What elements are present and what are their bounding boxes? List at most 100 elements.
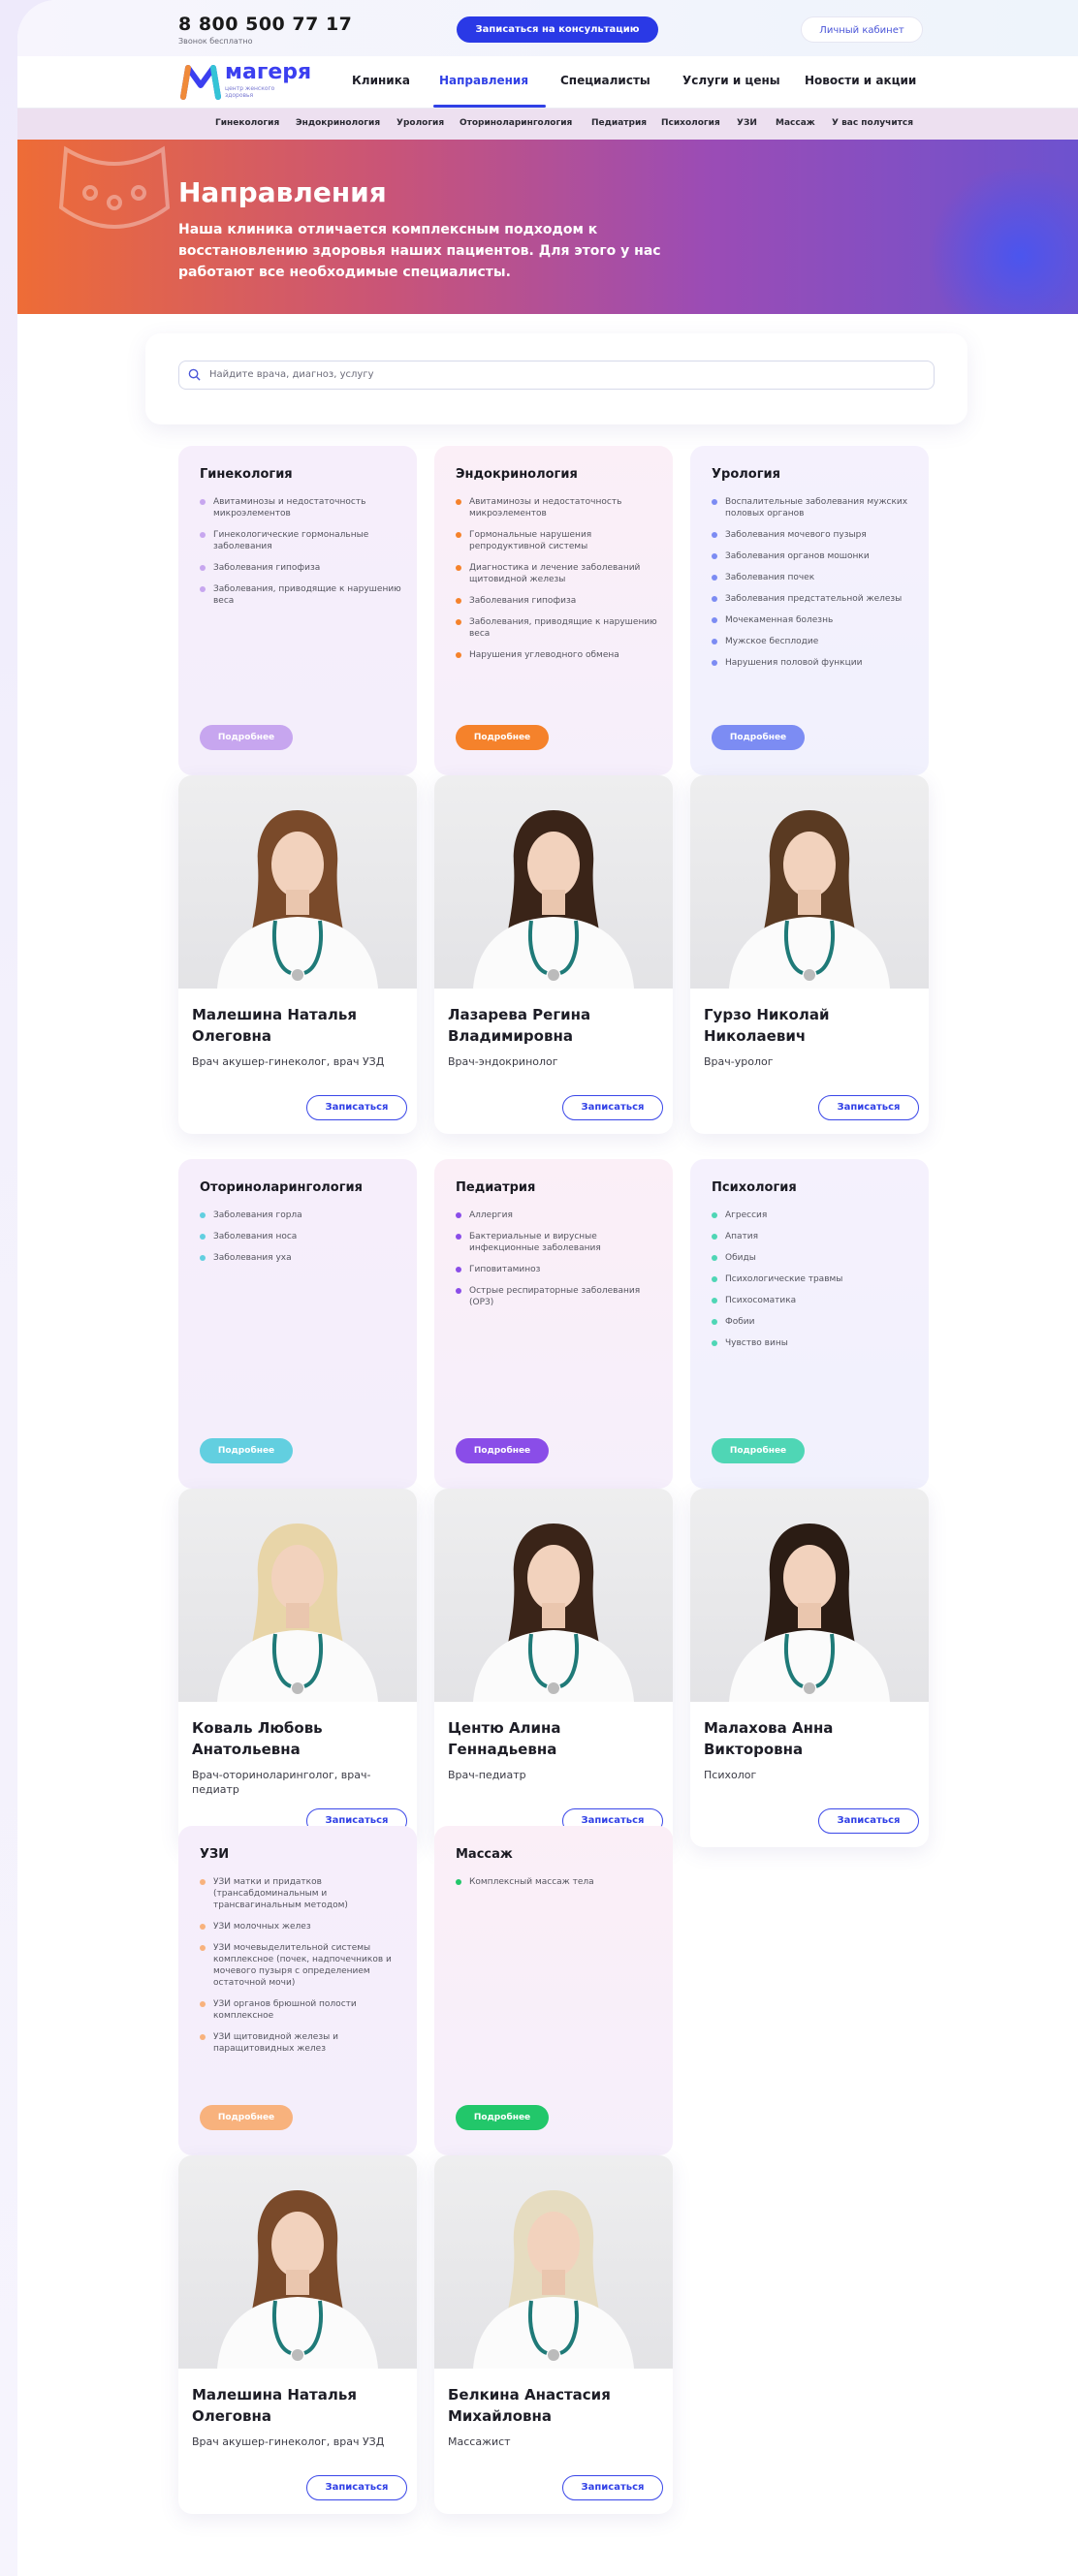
more-button[interactable]: Подробнее — [712, 725, 805, 750]
nav-services[interactable]: Услуги и цены — [682, 74, 780, 87]
more-button[interactable]: Подробнее — [456, 1438, 549, 1463]
more-button[interactable]: Подробнее — [200, 725, 293, 750]
subnav-pediatrics[interactable]: Педиатрия — [591, 118, 647, 128]
doctor-name[interactable]: Коваль Любовь Анатольевна — [192, 1717, 405, 1760]
bullet-icon — [200, 499, 206, 505]
direction-list-item[interactable]: Заболевания предстательной железы — [712, 593, 915, 605]
direction-list-item[interactable]: Мужское бесплодие — [712, 636, 915, 647]
direction-list-item[interactable]: Диагностика и лечение заболеваний щитови… — [456, 562, 659, 585]
direction-item-label: Обиды — [725, 1253, 756, 1263]
cabinet-button[interactable]: Личный кабинет — [801, 16, 923, 43]
book-button[interactable]: Записаться — [306, 1095, 407, 1120]
book-button[interactable]: Записаться — [306, 2475, 407, 2500]
doctor-photo — [178, 775, 417, 989]
doctor-card[interactable]: Коваль Любовь Анатольевна Врач-оторинолар… — [178, 1489, 417, 1847]
doctor-card[interactable]: Малахова Анна Викторовна Психолог Записать… — [690, 1489, 929, 1847]
nav-directions[interactable]: Направления — [439, 74, 528, 87]
doctor-name[interactable]: Белкина Анастасия Михайловна — [448, 2384, 661, 2427]
doctor-role: Врач-эндокринолог — [448, 1055, 558, 1068]
direction-list-item[interactable]: Нарушения углеводного обмена — [456, 649, 659, 661]
subnav-uzi[interactable]: УЗИ — [737, 118, 757, 128]
direction-list-item[interactable]: Аллергия — [456, 1209, 659, 1221]
direction-list-item[interactable]: Мочекаменная болезнь — [712, 614, 915, 626]
more-button[interactable]: Подробнее — [200, 1438, 293, 1463]
doctor-card[interactable]: Малешина Наталья Олеговна Врач акушер-гин… — [178, 775, 417, 1134]
doctor-name[interactable]: Центю Алина Геннадьевна — [448, 1717, 661, 1760]
direction-list-item[interactable]: Гормональные нарушения репродуктивной си… — [456, 529, 659, 552]
doctor-name[interactable]: Гурзо Николай Николаевич — [704, 1004, 917, 1047]
bullet-icon — [712, 660, 717, 666]
direction-list-item[interactable]: Заболевания гипофиза — [456, 595, 659, 607]
doctor-card[interactable]: Гурзо Николай Николаевич Врач-уролог Запис… — [690, 775, 929, 1134]
more-button[interactable]: Подробнее — [712, 1438, 805, 1463]
direction-item-label: Заболевания почек — [725, 573, 815, 582]
bullet-icon — [456, 565, 461, 571]
subnav-urology[interactable]: Урология — [396, 118, 444, 128]
doctor-card[interactable]: Лазарева Регина Владимировна Врач-эндокри… — [434, 775, 673, 1134]
direction-list-item[interactable]: УЗИ молочных желез — [200, 1921, 403, 1932]
logo-icon[interactable] — [178, 60, 223, 105]
direction-list-item[interactable]: УЗИ щитовидной железы и паращитовидных ж… — [200, 2031, 403, 2055]
direction-list-item[interactable]: Заболевания органов мошонки — [712, 550, 915, 562]
direction-list-item[interactable]: УЗИ матки и придатков (трансабдоминальны… — [200, 1876, 403, 1911]
direction-list-item[interactable]: Комплексный массаж тела — [456, 1876, 659, 1888]
more-button[interactable]: Подробнее — [456, 725, 549, 750]
doctor-name[interactable]: Малешина Наталья Олеговна — [192, 2384, 405, 2427]
direction-list-item[interactable]: Чувство вины — [712, 1337, 915, 1349]
direction-list-item[interactable]: Психологические травмы — [712, 1273, 915, 1285]
direction-list-item[interactable]: Заболевания мочевого пузыря — [712, 529, 915, 541]
nav-news[interactable]: Новости и акции — [805, 74, 916, 87]
direction-list-item[interactable]: Заболевания почек — [712, 572, 915, 583]
doctor-name[interactable]: Малахова Анна Викторовна — [704, 1717, 917, 1760]
direction-list-item[interactable]: Заболевания носа — [200, 1231, 403, 1242]
direction-list-item[interactable]: Авитаминозы и недостаточность микроэлеме… — [456, 496, 659, 519]
subnav-ent[interactable]: Оториноларингология — [460, 118, 572, 128]
direction-item-label: Заболевания, приводящие к нарушению веса — [469, 617, 657, 639]
book-button[interactable]: Записаться — [818, 1095, 919, 1120]
direction-list-item[interactable]: Воспалительные заболевания мужских полов… — [712, 496, 915, 519]
direction-list-item[interactable]: Психосоматика — [712, 1295, 915, 1306]
doctor-name[interactable]: Малешина Наталья Олеговна — [192, 1004, 405, 1047]
direction-list-item[interactable]: Фобии — [712, 1316, 915, 1328]
direction-list-item[interactable]: Заболевания горла — [200, 1209, 403, 1221]
direction-list-item[interactable]: Заболевания, приводящие к нарушению веса — [456, 616, 659, 640]
direction-list-item[interactable]: Агрессия — [712, 1209, 915, 1221]
nav-clinic[interactable]: Клиника — [352, 74, 410, 87]
direction-list-item[interactable]: УЗИ мочевыделительной системы комплексно… — [200, 1942, 403, 1989]
direction-list-item[interactable]: Гинекологические гормональные заболевани… — [200, 529, 403, 552]
nav-specialists[interactable]: Специалисты — [560, 74, 650, 87]
direction-list-item[interactable]: Нарушения половой функции — [712, 657, 915, 669]
direction-list-item[interactable]: Острые респираторные заболевания (ОРЗ) — [456, 1285, 659, 1308]
search-placeholder: Найдите врача, диагноз, услугу — [209, 369, 374, 380]
subnav-results[interactable]: У вас получится — [832, 118, 913, 128]
direction-list-item[interactable]: Заболевания уха — [200, 1252, 403, 1264]
direction-item-label: УЗИ органов брюшной полости комплексное — [213, 1999, 357, 2021]
more-button[interactable]: Подробнее — [456, 2105, 549, 2130]
phone-number[interactable]: 8 800 500 77 17 — [178, 14, 352, 35]
consult-button[interactable]: Записаться на консультацию — [457, 16, 658, 43]
doctor-card[interactable]: Малешина Наталья Олеговна Врач акушер-гин… — [178, 2155, 417, 2514]
direction-list-item[interactable]: УЗИ органов брюшной полости комплексное — [200, 1998, 403, 2022]
direction-list-item[interactable]: Обиды — [712, 1252, 915, 1264]
direction-list-item[interactable]: Заболевания гипофиза — [200, 562, 403, 574]
direction-list-item[interactable]: Гиповитаминоз — [456, 1264, 659, 1275]
more-button[interactable]: Подробнее — [200, 2105, 293, 2130]
doctor-name[interactable]: Лазарева Регина Владимировна — [448, 1004, 661, 1047]
direction-item-label: Фобии — [725, 1317, 755, 1327]
doctor-card[interactable]: Центю Алина Геннадьевна Врач-педиатр Запис… — [434, 1489, 673, 1847]
subnav-endocrinology[interactable]: Эндокринология — [296, 118, 380, 128]
doctor-card[interactable]: Белкина Анастасия Михайловна Массажист Зап… — [434, 2155, 673, 2514]
direction-list-item[interactable]: Бактериальные и вирусные инфекционные за… — [456, 1231, 659, 1254]
book-button[interactable]: Записаться — [818, 1808, 919, 1834]
subnav-gynecology[interactable]: Гинекология — [215, 118, 279, 128]
subnav-massage[interactable]: Массаж — [776, 118, 815, 128]
direction-list-item[interactable]: Авитаминозы и недостаточность микроэлеме… — [200, 496, 403, 519]
subnav-psychology[interactable]: Психология — [661, 118, 720, 128]
bullet-icon — [712, 1276, 717, 1282]
bullet-icon — [200, 1879, 206, 1885]
book-button[interactable]: Записаться — [562, 1095, 663, 1120]
book-button[interactable]: Записаться — [562, 2475, 663, 2500]
direction-list-item[interactable]: Апатия — [712, 1231, 915, 1242]
hero-glow — [923, 169, 1078, 314]
direction-list-item[interactable]: Заболевания, приводящие к нарушению веса — [200, 583, 403, 607]
